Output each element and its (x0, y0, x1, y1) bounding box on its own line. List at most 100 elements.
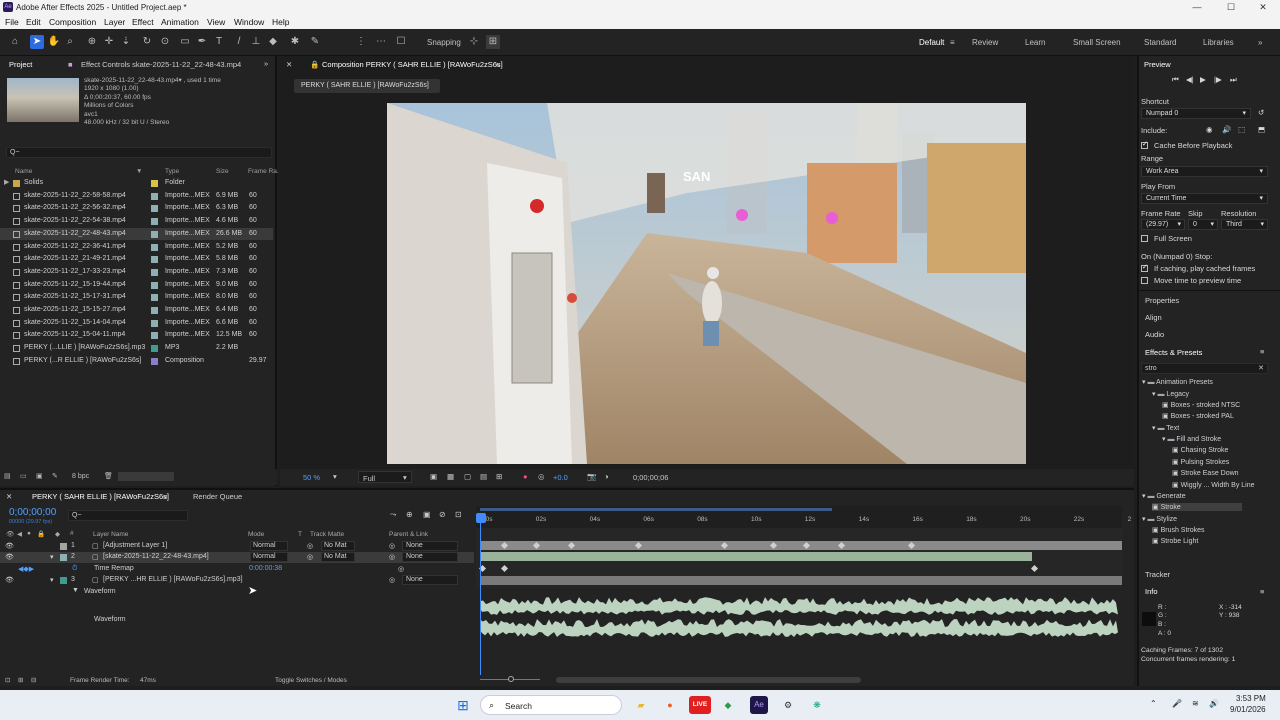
track-skate-clip[interactable] (480, 552, 1032, 561)
layer-row[interactable]: 👁 1 ▢ [Adjustment Layer 1] Normal ◎ No Mat ◎ Non… (0, 541, 474, 552)
blend-mode-select[interactable]: Normal (250, 541, 288, 551)
toggle-render-icon[interactable]: ⊟ (31, 676, 36, 684)
zoom-slider-handle[interactable] (508, 676, 514, 682)
workspace-overflow-icon[interactable]: » (1258, 38, 1262, 47)
file-row[interactable]: skate-2025-11-22_17-33-23.mp4 Importe...M… (0, 266, 273, 279)
toggle-switches-icon[interactable]: ⊡ (5, 676, 10, 684)
resolution-select[interactable]: Full ▾ (358, 471, 412, 483)
tree-chevron-icon[interactable]: ▾ (1142, 379, 1146, 386)
play-icon[interactable]: ▶ (1200, 75, 1206, 84)
tab-composition[interactable]: Composition PERKY ( SAHR ELLIE ) [RAWoFu… (322, 60, 503, 69)
parent-select[interactable]: None (402, 552, 458, 562)
playhead-handle[interactable] (476, 513, 486, 523)
twirl-chevron-icon[interactable]: ▾ (50, 553, 54, 561)
file-row[interactable]: PERKY (...R ELLIE ) [RAWoFu2zS6s] Composi… (0, 355, 273, 368)
new-folder-icon[interactable]: ▭ (20, 472, 27, 480)
visibility-eye-icon[interactable]: 👁 (5, 576, 14, 584)
track-audio[interactable] (480, 576, 1122, 585)
effects-item[interactable]: ▣ Brush Strokes (1152, 526, 1205, 534)
file-row[interactable]: skate-2025-11-22_21-49-21.mp4 Importe...M… (0, 253, 273, 266)
puppet-tool-icon[interactable]: ✎ (308, 35, 322, 49)
panel-overflow-icon[interactable]: » (264, 59, 268, 68)
parent-select[interactable]: None (402, 541, 458, 551)
thumbnail-slider[interactable] (118, 472, 174, 481)
track-adjustment-layer[interactable] (480, 541, 1122, 550)
twirl-chevron-icon[interactable]: ▾ (50, 576, 54, 584)
waveform-chevron-icon[interactable]: ▼ (72, 587, 79, 594)
reset-icon[interactable]: ↺ (1258, 108, 1264, 117)
comp-close-icon[interactable]: ✕ (286, 60, 292, 69)
effects-folder[interactable]: ▾ ▬ Stylize (1142, 515, 1177, 523)
col-size[interactable]: Size (216, 168, 229, 175)
file-row[interactable]: skate-2025-11-22_15-04-11.mp4 Importe...M… (0, 329, 273, 342)
clock-time[interactable]: 3:53 PM (1236, 694, 1266, 703)
orbit-camera-icon[interactable]: ⊕ (85, 35, 99, 49)
effects-item[interactable]: ▣ Boxes - stroked PAL (1162, 412, 1234, 420)
matte-link-icon[interactable]: ◎ (307, 542, 313, 550)
tree-chevron-icon[interactable]: ▾ (1152, 391, 1156, 398)
app-icon-green[interactable]: ◆ (719, 696, 737, 714)
waveform-group[interactable]: Waveform (84, 588, 116, 595)
workspace-standard[interactable]: Standard (1144, 38, 1176, 47)
selection-tool-icon[interactable]: ➤ (30, 35, 44, 49)
file-row[interactable]: skate-2025-11-22_15-19-44.mp4 Importe...M… (0, 279, 273, 292)
parent-pickwhip-icon[interactable]: ◎ (389, 553, 395, 561)
anchor-tool-icon[interactable]: ⊙ (158, 35, 172, 49)
rotate-tool-icon[interactable]: ↻ (140, 35, 154, 49)
clock-date[interactable]: 9/01/2026 (1230, 705, 1266, 714)
home-icon[interactable]: ⌂ (8, 35, 22, 49)
minimize-button[interactable]: — (1180, 0, 1214, 15)
skip-select[interactable]: 0 ▾ (1188, 219, 1218, 230)
parent-select[interactable]: None (402, 575, 458, 585)
mic-icon[interactable]: 🎤 (1172, 699, 1182, 708)
file-explorer-icon[interactable]: ▰ (632, 696, 650, 714)
file-row[interactable]: skate-2025-11-22_22-58-58.mp4 Importe...M… (0, 190, 273, 203)
menu-edit[interactable]: Edit (26, 17, 41, 27)
file-row[interactable]: skate-2025-11-22_22-54-38.mp4 Importe...M… (0, 215, 273, 228)
stopwatch-icon[interactable]: ⏱ (72, 565, 77, 573)
mode-header[interactable]: Mode (248, 531, 264, 538)
tree-chevron-icon[interactable]: ▾ (1152, 425, 1156, 432)
timeline-close-icon[interactable]: ✕ (6, 492, 12, 501)
eraser-tool-icon[interactable]: ◆ (266, 35, 280, 49)
col-name[interactable]: Name (15, 168, 32, 175)
bpc-label[interactable]: 8 bpc (72, 473, 89, 480)
preview-resolution-select[interactable]: Third ▾ (1221, 219, 1268, 230)
firefox-icon[interactable]: ● (661, 696, 679, 714)
menu-layer[interactable]: Layer (104, 17, 125, 27)
shortcut-select[interactable]: Numpad 0 ▾ (1141, 108, 1251, 119)
keyframe-nav-icon[interactable]: ◀◆▶ (18, 565, 34, 573)
track-matte-select[interactable]: No Mat (321, 552, 355, 562)
effects-folder[interactable]: ▾ ▬ Generate (1142, 492, 1186, 500)
distribute-icon[interactable]: ⋯ (374, 35, 388, 49)
time-ruler[interactable]: 00s 02s 04s 06s 08s 10s 12s 14s 16s 18s 20s 22s 2 (476, 506, 1131, 528)
include-video-icon[interactable]: ◉ (1206, 125, 1213, 134)
project-search-input[interactable]: Q~ (6, 147, 272, 158)
effects-menu-icon[interactable]: ≡ (1260, 347, 1264, 356)
menu-help[interactable]: Help (272, 17, 289, 27)
comp-menu-icon[interactable]: ≡ (496, 60, 500, 69)
snapshot-icon[interactable]: 📷 (587, 472, 596, 481)
workspace-learn[interactable]: Learn (1025, 38, 1045, 47)
folder-expand-icon[interactable]: ▶ (4, 178, 9, 186)
effects-folder[interactable]: ▾ ▬ Text (1152, 424, 1179, 432)
layer-row[interactable]: 👁 ▾ 3 ▢ [PERKY ...HR ELLIE ) [RAWoFu2zS6s].m… (0, 575, 474, 586)
close-button[interactable]: ✕ (1246, 0, 1280, 15)
range-select[interactable]: Work Area ▾ (1141, 166, 1268, 177)
layer-name[interactable]: [Adjustment Layer 1] (103, 542, 167, 549)
tab-timeline[interactable]: PERKY ( SAHR ELLIE ) [RAWoFu2zS6s] (32, 492, 169, 501)
property-row[interactable]: ◀◆▶ ⏱ Time Remap 0:00:00:38 ◎ (0, 564, 474, 575)
workspace-small-screen[interactable]: Small Screen (1073, 38, 1121, 47)
effects-folder[interactable]: ▾ ▬ Fill and Stroke (1162, 435, 1221, 443)
effects-panel-label[interactable]: Effects & Presets (1145, 348, 1202, 357)
start-icon[interactable]: ⊞ (454, 696, 472, 714)
layer-name[interactable]: [skate-2025-11-22_22-48-43.mp4] (103, 553, 209, 560)
menu-file[interactable]: File (5, 17, 19, 27)
file-row[interactable]: skate-2025-11-22_15-17-31.mp4 Importe...M… (0, 291, 273, 304)
search-box[interactable]: ⌕ Search (480, 695, 622, 715)
tracker-panel-label[interactable]: Tracker (1145, 570, 1170, 579)
tree-chevron-icon[interactable]: ▾ (1162, 436, 1166, 443)
fast-previews-icon[interactable]: ▣ (430, 472, 437, 481)
visibility-eye-icon[interactable]: 👁 (5, 542, 14, 550)
snap-options-icon[interactable]: ⊹ (467, 35, 481, 49)
